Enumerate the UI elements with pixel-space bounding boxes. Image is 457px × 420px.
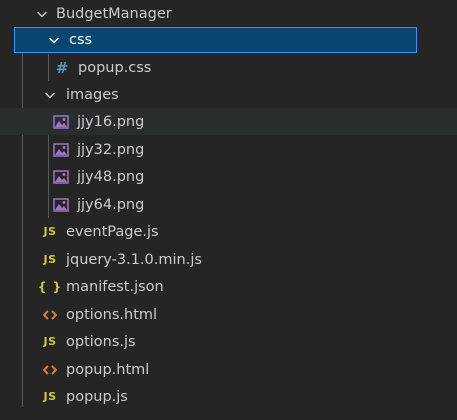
file-label: jjy64.png [77,196,145,213]
file-explorer-tree: BudgetManager css # popup.css images jjy… [0,0,457,420]
html-file-icon [42,307,58,323]
tree-folder-images[interactable]: images [0,81,457,108]
css-file-icon: # [55,58,69,77]
file-label: jjy32.png [77,141,145,158]
image-file-icon [53,142,69,158]
tree-folder-budgetmanager[interactable]: BudgetManager [0,0,457,27]
folder-label: css [69,32,93,48]
file-label: options.js [66,333,136,350]
tree-file-jquery-min-js[interactable]: JS jquery-3.1.0.min.js [0,246,457,273]
file-label: manifest.json [66,278,164,295]
tree-file-eventpage-js[interactable]: JS eventPage.js [0,218,457,245]
image-file-icon [53,114,69,130]
chevron-down-icon[interactable] [46,32,62,48]
file-label: popup.js [66,388,128,405]
tree-file-jjy16-png[interactable]: jjy16.png [0,108,457,135]
tree-file-jjy64-png[interactable]: jjy64.png [0,191,457,218]
chevron-down-icon[interactable] [42,87,58,103]
chevron-down-icon[interactable] [34,6,50,22]
tree-file-options-html[interactable]: options.html [0,301,457,328]
image-file-icon [53,197,69,213]
html-file-icon [42,362,58,378]
tree-file-popup-html[interactable]: popup.html [0,356,457,383]
tree-folder-css[interactable]: css [14,27,417,53]
tree-file-jjy32-png[interactable]: jjy32.png [0,136,457,163]
js-file-icon: JS [43,390,57,403]
file-label: eventPage.js [66,223,159,240]
tree-file-jjy48-png[interactable]: jjy48.png [0,163,457,190]
json-file-icon: { } [37,279,63,294]
file-label: jjy48.png [77,168,145,185]
js-file-icon: JS [43,335,57,348]
file-label: options.html [66,306,158,323]
tree-file-options-js[interactable]: JS options.js [0,328,457,355]
js-file-icon: JS [43,225,57,238]
folder-label: images [66,86,119,103]
file-label: jquery-3.1.0.min.js [66,251,202,268]
tree-file-popup-css[interactable]: # popup.css [0,54,457,81]
tree-file-popup-js[interactable]: JS popup.js [0,383,457,410]
file-label: popup.html [66,361,150,378]
js-file-icon: JS [43,253,57,266]
file-label: popup.css [78,59,152,76]
file-label: jjy16.png [77,113,145,130]
folder-label: BudgetManager [56,5,172,22]
tree-file-manifest-json[interactable]: { } manifest.json [0,273,457,300]
image-file-icon [53,169,69,185]
